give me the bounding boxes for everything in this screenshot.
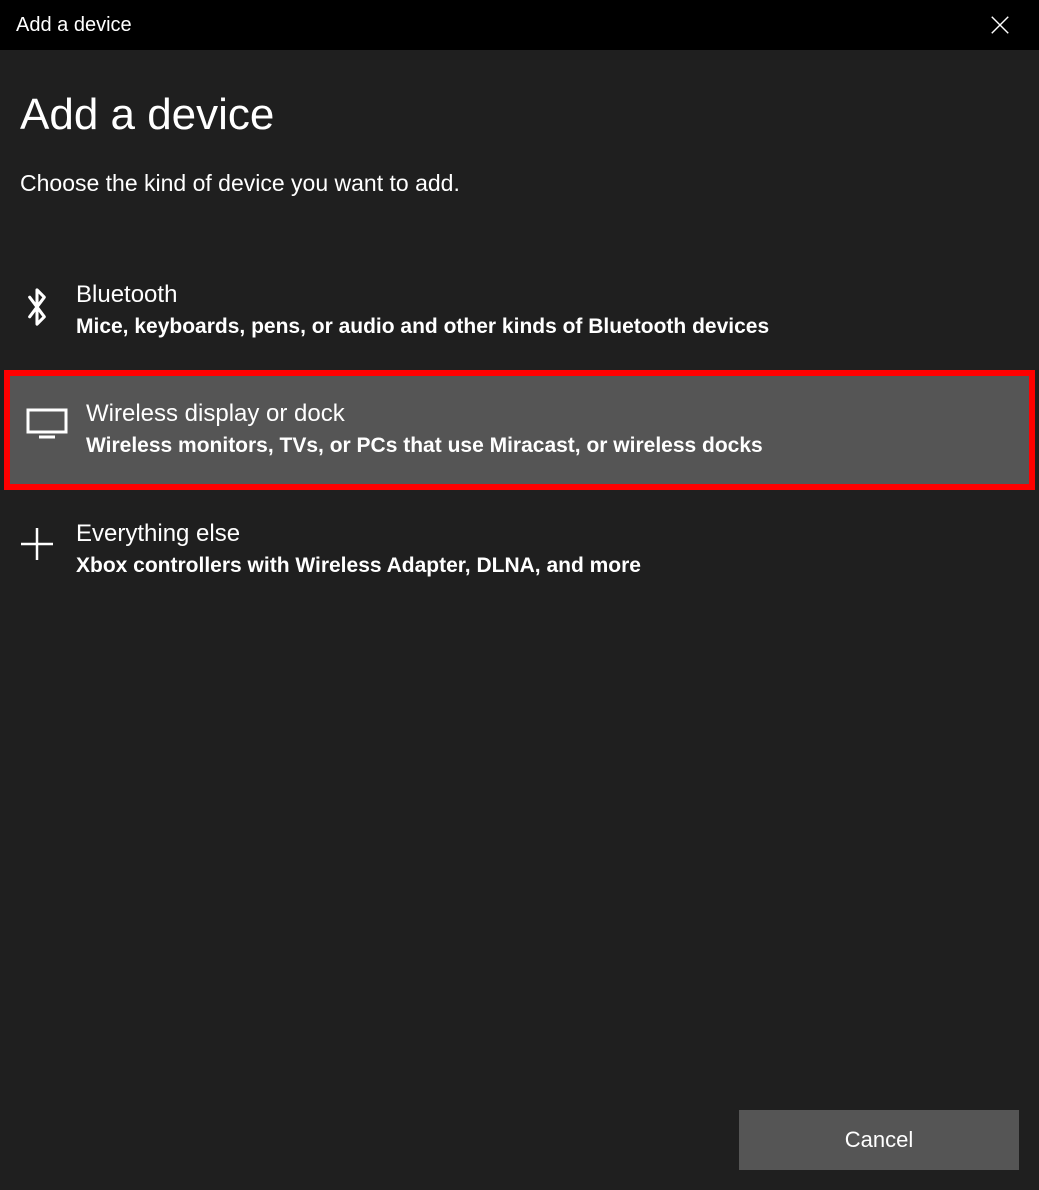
close-button[interactable] <box>977 2 1023 48</box>
page-subtitle: Choose the kind of device you want to ad… <box>0 170 1039 257</box>
option-text: Wireless display or dock Wireless monito… <box>74 400 1009 459</box>
dialog-content: Add a device Choose the kind of device y… <box>0 50 1039 1190</box>
option-title: Bluetooth <box>76 281 1019 309</box>
option-desc: Mice, keyboards, pens, or audio and othe… <box>76 313 1019 340</box>
option-title: Wireless display or dock <box>86 400 1009 428</box>
option-wireless-display[interactable]: Wireless display or dock Wireless monito… <box>10 376 1029 483</box>
option-bluetooth[interactable]: Bluetooth Mice, keyboards, pens, or audi… <box>0 257 1039 364</box>
titlebar-title: Add a device <box>16 14 132 37</box>
titlebar: Add a device <box>0 0 1039 50</box>
close-icon <box>989 14 1011 36</box>
page-title: Add a device <box>0 90 1039 170</box>
plus-icon <box>10 520 64 564</box>
highlight-box: Wireless display or dock Wireless monito… <box>4 370 1035 489</box>
option-everything-else[interactable]: Everything else Xbox controllers with Wi… <box>0 496 1039 603</box>
option-desc: Xbox controllers with Wireless Adapter, … <box>76 552 1019 579</box>
option-desc: Wireless monitors, TVs, or PCs that use … <box>86 432 1009 459</box>
option-title: Everything else <box>76 520 1019 548</box>
option-text: Bluetooth Mice, keyboards, pens, or audi… <box>64 281 1019 340</box>
bluetooth-icon <box>10 281 64 329</box>
monitor-icon <box>20 400 74 440</box>
footer: Cancel <box>0 1090 1039 1190</box>
main-area: Add a device Choose the kind of device y… <box>0 50 1039 1090</box>
option-text: Everything else Xbox controllers with Wi… <box>64 520 1019 579</box>
cancel-button[interactable]: Cancel <box>739 1110 1019 1170</box>
